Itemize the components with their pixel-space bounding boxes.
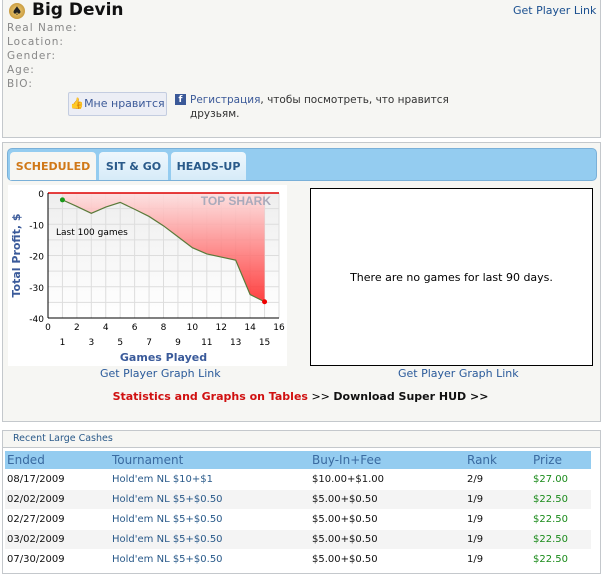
x-tick-label: 7 [146, 338, 152, 348]
end-point [262, 299, 268, 305]
tournament-cell[interactable]: Hold'em NL $5+$0.50 [112, 514, 223, 525]
start-point [59, 197, 65, 203]
y-tick-label: -40 [29, 315, 44, 325]
tournament-cell[interactable]: Hold'em NL $10+$1 [112, 474, 213, 485]
buy-in-cell: $10.00+$1.00 [312, 474, 384, 485]
prize-cell: $22.50 [533, 554, 568, 565]
x-tick-label: 3 [88, 338, 94, 348]
x-tick-label: 14 [244, 323, 256, 333]
gender-label: Gender: [7, 50, 57, 62]
no-games-box: There are no games for last 90 days. [310, 188, 593, 366]
y-tick-label: 0 [38, 190, 44, 200]
fb-register-link[interactable]: Регистрация [190, 94, 260, 106]
x-tick-label: 8 [161, 323, 167, 333]
prize-cell: $22.50 [533, 494, 568, 505]
date-cell: 03/02/2009 [7, 534, 65, 545]
promo-line: Statistics and Graphs on Tables >> Downl… [0, 390, 601, 403]
tournament-cell[interactable]: Hold'em NL $5+$0.50 [112, 494, 223, 505]
column-header: Prize [531, 451, 591, 469]
download-hud-link[interactable]: Download Super HUD >> [333, 390, 488, 403]
prize-cell: $22.50 [533, 514, 568, 525]
buy-in-cell: $5.00+$0.50 [312, 554, 378, 565]
buy-in-cell: $5.00+$0.50 [312, 494, 378, 505]
like-label: Мне нравится [84, 97, 165, 110]
x-tick-label: 11 [201, 338, 212, 348]
x-tick-label: 1 [60, 338, 66, 348]
x-tick-label: 4 [103, 323, 109, 333]
topshark-watermark: TOP SHARK [201, 194, 272, 208]
rank-cell: 1/9 [467, 554, 484, 565]
table-row [5, 470, 591, 489]
x-tick-label: 0 [45, 323, 51, 333]
location-label: Location: [7, 36, 64, 48]
x-tick-label: 15 [259, 338, 270, 348]
x-tick-label: 2 [74, 323, 80, 333]
facebook-icon: f [175, 94, 186, 105]
x-tick-label: 9 [175, 338, 181, 348]
date-cell: 08/17/2009 [7, 474, 65, 485]
x-tick-label: 16 [273, 323, 285, 333]
fb-social-text: Регистрация, чтобы посмотреть, что нрави… [190, 93, 450, 121]
x-tick-label: 13 [230, 338, 241, 348]
promo-separator: >> [307, 390, 334, 403]
table-row [5, 550, 591, 569]
column-header: Ended [5, 451, 110, 469]
column-header: Tournament [110, 451, 310, 469]
prize-cell: $22.50 [533, 534, 568, 545]
age-label: Age: [7, 64, 35, 76]
y-tick-label: -20 [29, 253, 44, 263]
date-cell: 02/27/2009 [7, 514, 65, 525]
like-button[interactable]: 👍Мне нравится [68, 92, 167, 116]
y-tick-label: -30 [29, 284, 44, 294]
column-header: Buy-In+Fee [310, 451, 465, 469]
graph-link-left[interactable]: Get Player Graph Link [100, 367, 221, 380]
x-tick-label: 10 [187, 323, 199, 333]
y-axis-title: Total Profit, $ [10, 214, 23, 298]
y-tick-label: -10 [29, 221, 44, 231]
column-header: Rank [465, 451, 531, 469]
cashes-title: Recent Large Cashes [13, 433, 113, 444]
buy-in-cell: $5.00+$0.50 [312, 514, 378, 525]
table-row [5, 510, 591, 529]
tournament-cell[interactable]: Hold'em NL $5+$0.50 [112, 554, 223, 565]
table-row [5, 530, 591, 549]
stats-graphs-link[interactable]: Statistics and Graphs on Tables [113, 390, 308, 403]
date-cell: 02/02/2009 [7, 494, 65, 505]
real-name-label: Real Name: [7, 22, 78, 34]
rank-cell: 1/9 [467, 514, 484, 525]
get-player-link[interactable]: Get Player Link [513, 4, 596, 17]
no-games-message: There are no games for last 90 days. [350, 270, 553, 284]
bio-label: BIO: [7, 78, 33, 90]
rank-cell: 1/9 [467, 534, 484, 545]
graph-link-right[interactable]: Get Player Graph Link [398, 367, 519, 380]
date-cell: 07/30/2009 [7, 554, 65, 565]
x-tick-label: 5 [117, 338, 123, 348]
buy-in-cell: $5.00+$0.50 [312, 534, 378, 545]
prize-cell: $27.00 [533, 474, 568, 485]
profit-chart: TOP SHARK0-10-20-30-400 2 4 6 8 10 12 14 161 3 5 7 9… [8, 185, 287, 366]
player-name: Big Devin [32, 0, 124, 20]
x-tick-label: 6 [132, 323, 138, 333]
thumbs-up-icon: 👍 [70, 97, 85, 110]
spade-icon: ♠ [9, 3, 25, 19]
chart-annotation: Last 100 games [56, 228, 128, 238]
x-tick-label: 12 [216, 323, 227, 333]
table-row [5, 490, 591, 509]
rank-cell: 1/9 [467, 494, 484, 505]
tournament-cell[interactable]: Hold'em NL $5+$0.50 [112, 534, 223, 545]
tab-scheduled[interactable]: SCHEDULED [10, 152, 96, 180]
tab-heads-up[interactable]: HEADS-UP [171, 152, 246, 180]
tab-sit-and-go[interactable]: SIT & GO [99, 152, 168, 180]
x-axis-title: Games Played [120, 351, 207, 364]
rank-cell: 2/9 [467, 474, 484, 485]
